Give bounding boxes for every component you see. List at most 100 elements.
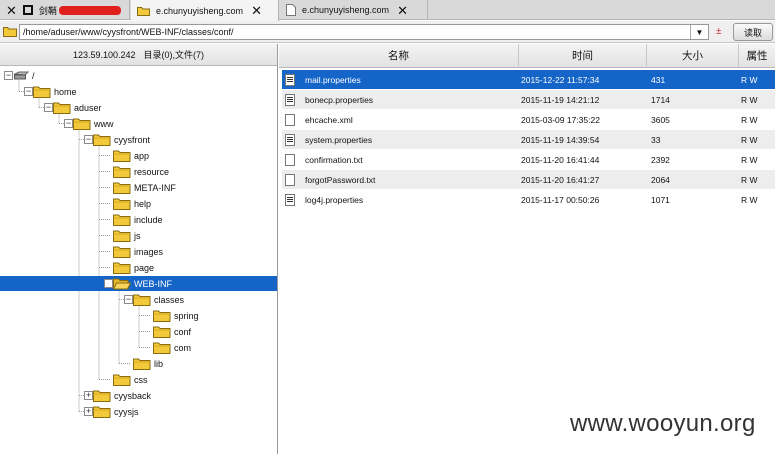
collapse-icon[interactable]: − <box>84 135 93 144</box>
tree-node[interactable]: classes − <box>0 292 277 307</box>
file-row[interactable]: mail.properties 2015-12-22 11:57:34 431 R W <box>282 70 775 89</box>
file-time: 2015-11-17 00:50:26 <box>521 194 600 205</box>
tree-node-label: WEB-INF <box>134 278 172 289</box>
collapse-icon[interactable]: − <box>4 71 13 80</box>
tree-node[interactable]: app <box>0 148 277 163</box>
tree-node-label: home <box>54 86 77 97</box>
file-list-pane: 名称 时间 大小 属性 mail.properties 2015-12-22 11… <box>279 44 775 454</box>
tree-node-label: www <box>94 118 114 129</box>
file-icon-cell <box>285 190 295 209</box>
file-time: 2015-11-19 14:21:12 <box>521 94 600 105</box>
tree-node[interactable]: WEB-INF <box>0 276 277 291</box>
drive-icon <box>13 71 29 79</box>
folder-icon <box>113 230 131 242</box>
file-icon-cell <box>285 70 295 89</box>
file-name: confirmation.txt <box>305 154 363 165</box>
collapse-icon[interactable]: − <box>64 119 73 128</box>
tree-node[interactable]: page <box>0 260 277 275</box>
tree-node[interactable]: spring <box>0 308 277 323</box>
tree-node[interactable]: cyysfront − <box>0 132 277 147</box>
file-size: 33 <box>651 134 661 145</box>
folder-icon <box>53 102 71 114</box>
tree-node[interactable]: www − <box>0 116 277 131</box>
folder-icon <box>93 406 111 418</box>
folder-icon <box>113 262 131 274</box>
folder-icon <box>113 150 131 162</box>
watermark: www.wooyun.org <box>570 410 756 437</box>
column-header-attr[interactable]: 属性 <box>739 44 775 68</box>
column-header-time[interactable]: 时间 <box>519 44 647 68</box>
properties-file-icon <box>285 133 295 146</box>
tree-node[interactable]: css <box>0 372 277 387</box>
file-row[interactable]: system.properties 2015-11-19 14:39:54 33 R … <box>282 130 775 149</box>
chevron-down-icon[interactable]: ▼ <box>690 25 708 39</box>
path-input[interactable] <box>19 24 709 40</box>
tree-node[interactable]: help <box>0 196 277 211</box>
column-header-name[interactable]: 名称 <box>279 44 519 68</box>
window-icon <box>22 5 33 15</box>
file-row[interactable]: confirmation.txt 2015-11-20 16:41:44 2392 R… <box>282 150 775 169</box>
tree-node[interactable]: com <box>0 340 277 355</box>
close-icon[interactable]: ✕ <box>397 4 408 17</box>
properties-file-icon <box>285 73 295 86</box>
tree-node[interactable]: aduser − <box>0 100 277 115</box>
tree-node-label: aduser <box>74 102 102 113</box>
directory-summary: 目录(0),文件(7) <box>143 50 205 60</box>
tree-node-label: lib <box>154 358 164 369</box>
file-row[interactable]: bonecp.properties 2015-11-19 14:21:12 1714… <box>282 90 775 109</box>
folder-icon <box>153 310 171 322</box>
file-time: 2015-11-20 16:41:44 <box>521 154 600 165</box>
file-row[interactable]: log4j.properties 2015-11-17 00:50:26 1071 R… <box>282 190 775 209</box>
folder-icon <box>113 182 131 194</box>
file-time: 2015-11-20 16:41:27 <box>521 174 600 185</box>
folder-icon <box>73 118 91 130</box>
tree-node[interactable]: / − <box>0 68 277 83</box>
file-size: 3605 <box>651 114 670 125</box>
close-icon[interactable]: ✕ <box>251 4 262 17</box>
folder-icon <box>93 134 111 146</box>
file-row[interactable]: forgotPassword.txt 2015-11-20 16:41:27 206… <box>282 170 775 189</box>
folder-icon <box>113 374 131 386</box>
tree-node[interactable]: include <box>0 212 277 227</box>
folder-icon <box>153 342 171 354</box>
tree-node-label: classes <box>154 294 185 305</box>
column-header-size[interactable]: 大小 <box>647 44 739 68</box>
tab-active[interactable]: e.chunyuyisheng.com ✕ <box>131 0 279 21</box>
redaction-mark <box>58 5 121 15</box>
tree-node[interactable]: home − <box>0 84 277 99</box>
file-size: 431 <box>651 74 666 85</box>
tree-node[interactable]: META-INF <box>0 180 277 195</box>
read-button[interactable]: 读取 <box>733 23 773 41</box>
file-attr: R W <box>741 134 758 145</box>
tab-second[interactable]: e.chunyuyisheng.com ✕ <box>280 0 428 20</box>
folder-icon <box>133 294 151 306</box>
file-time: 2015-11-19 14:39:54 <box>521 134 600 145</box>
file-attr: R W <box>741 154 758 165</box>
tab-first[interactable]: ✕ 剑鞘 <box>0 0 130 20</box>
collapse-icon[interactable]: − <box>24 87 33 96</box>
expand-icon[interactable]: + <box>84 407 93 416</box>
collapse-icon[interactable]: − <box>124 295 133 304</box>
expand-icon[interactable]: + <box>84 391 93 400</box>
file-name: system.properties <box>305 134 373 145</box>
tree-node-label: META-INF <box>134 182 176 193</box>
collapse-icon[interactable]: − <box>44 103 53 112</box>
file-row[interactable]: ehcache.xml 2015-03-09 17:35:22 3605 R W <box>282 110 775 129</box>
file-icon <box>286 4 296 16</box>
collapse-icon[interactable] <box>104 279 113 288</box>
tree-node-label: cyysjs <box>114 406 139 417</box>
close-icon[interactable]: ✕ <box>6 4 17 17</box>
tree-node[interactable]: lib <box>0 356 277 371</box>
tree-node[interactable]: resource <box>0 164 277 179</box>
tree-node[interactable]: images <box>0 244 277 259</box>
tree-node[interactable]: cyysjs + <box>0 404 277 419</box>
tab-label: e.chunyuyisheng.com <box>302 5 390 15</box>
directory-pane: 123.59.100.242 目录(0),文件(7) / − home − aduser… <box>0 44 278 454</box>
tree-node[interactable]: js <box>0 228 277 243</box>
tree-node[interactable]: conf <box>0 324 277 339</box>
sort-toggle[interactable]: ± <box>716 26 722 37</box>
tree-node-label: page <box>134 262 155 273</box>
folder-icon <box>3 27 17 37</box>
file-icon-cell <box>285 90 295 109</box>
tree-node[interactable]: cyysback + <box>0 388 277 403</box>
